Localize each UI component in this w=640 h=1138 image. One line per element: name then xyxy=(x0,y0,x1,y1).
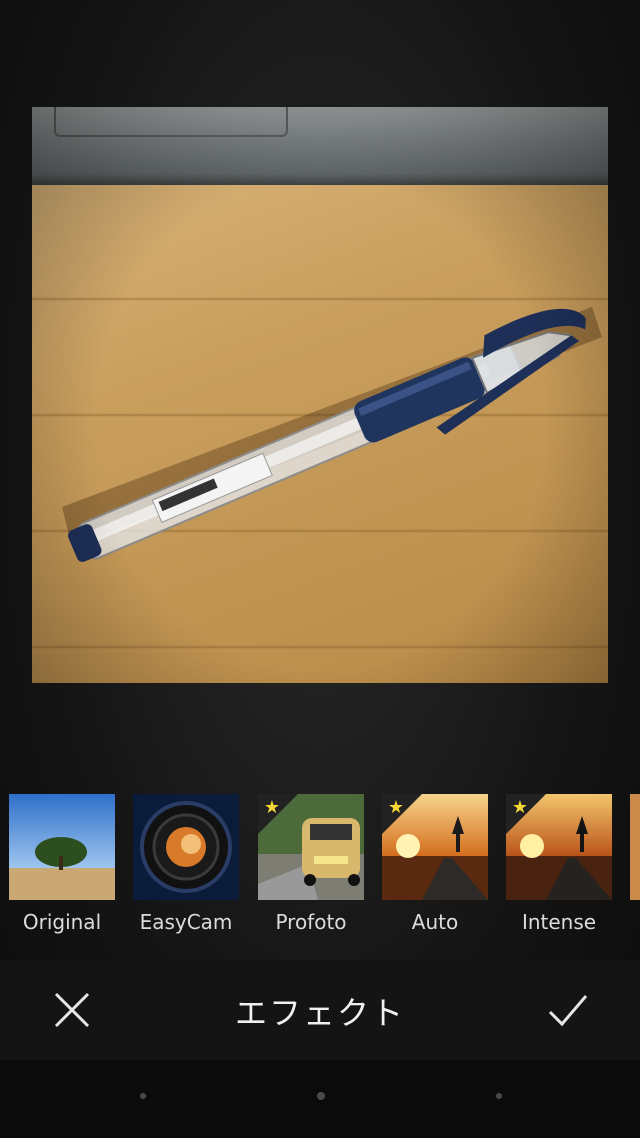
check-icon[interactable] xyxy=(546,990,588,1030)
filter-next-thumb[interactable] xyxy=(630,794,640,900)
filter-label: Profoto xyxy=(275,910,347,934)
filter-strip[interactable]: Original EasyCam ★ Profoto ★ Auto ★ Inte… xyxy=(0,782,640,952)
star-icon: ★ xyxy=(263,797,281,818)
filter-original-thumb[interactable] xyxy=(9,794,115,900)
filter-original[interactable]: Original xyxy=(9,794,115,934)
photo-preview xyxy=(32,107,608,683)
nav-dot-home[interactable] xyxy=(317,1092,325,1100)
system-nav-bar xyxy=(0,1060,640,1138)
filter-easycam-thumb[interactable] xyxy=(133,794,239,900)
filter-next-partial[interactable] xyxy=(630,794,640,900)
photo-vignette xyxy=(32,107,608,683)
filter-label: Original xyxy=(22,910,102,934)
filter-label: EasyCam xyxy=(139,910,233,934)
filter-easycam[interactable]: EasyCam xyxy=(133,794,239,934)
nav-dot-right[interactable] xyxy=(496,1093,502,1099)
nav-dot-left[interactable] xyxy=(140,1093,146,1099)
star-icon: ★ xyxy=(387,797,405,818)
filter-intense-thumb[interactable]: ★ xyxy=(506,794,612,900)
action-bar: エフェクト xyxy=(0,960,640,1060)
filter-label: Intense xyxy=(521,910,597,934)
page-title: エフェクト xyxy=(234,994,405,1032)
star-icon: ★ xyxy=(511,797,529,818)
filter-auto[interactable]: ★ Auto xyxy=(382,794,488,934)
filter-profoto[interactable]: ★ Profoto xyxy=(258,794,364,934)
filter-profoto-thumb[interactable]: ★ xyxy=(258,794,364,900)
filter-label: Auto xyxy=(411,910,459,934)
filter-auto-thumb[interactable]: ★ xyxy=(382,794,488,900)
filter-intense[interactable]: ★ Intense xyxy=(506,794,612,934)
